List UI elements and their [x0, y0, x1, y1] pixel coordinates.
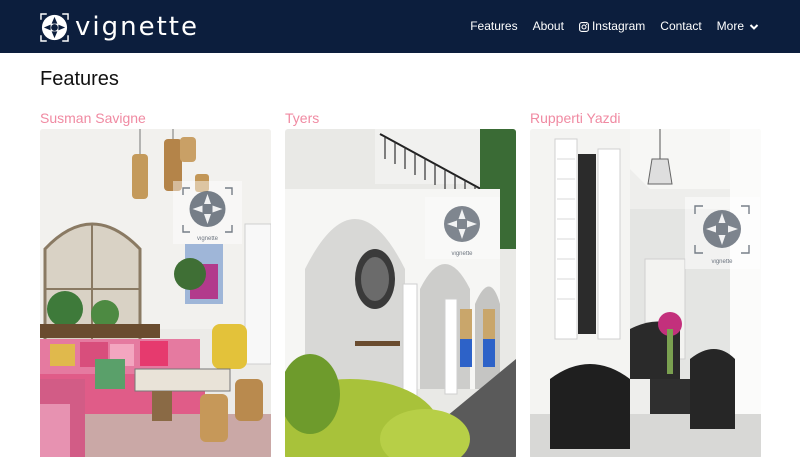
interior-photo-pink-sofa [40, 129, 271, 457]
watermark-text: vignette [451, 251, 473, 257]
feature-card-title[interactable]: Rupperti Yazdi [530, 110, 761, 129]
nav-instagram-label: Instagram [591, 19, 646, 33]
nav-more-label: More [716, 19, 744, 33]
instagram-icon [578, 21, 589, 32]
nav-contact-link[interactable]: Contact [660, 0, 701, 53]
brand-name: vignette [75, 12, 199, 42]
top-navbar: vignette Features About Instagram Contac… [0, 0, 800, 53]
aperture-logo-icon [40, 12, 69, 42]
feature-photo[interactable]: vignette [40, 129, 271, 457]
nav-more-dropdown[interactable]: More [717, 0, 759, 53]
nav-instagram-link[interactable]: Instagram [578, 0, 646, 53]
nav-features-link[interactable]: Features [470, 0, 517, 53]
feature-photo[interactable]: vignette [285, 129, 516, 457]
vignette-watermark-icon: vignette [425, 197, 500, 259]
watermark-text: vignette [711, 259, 733, 265]
feature-card[interactable]: Tyers vignette [285, 110, 516, 457]
main-nav: Features About Instagram Contact More [470, 0, 759, 53]
vignette-watermark-icon: vignette [173, 181, 242, 244]
feature-card-title[interactable]: Tyers [285, 110, 516, 129]
feature-card[interactable]: Susman Savigne vignette [40, 110, 271, 457]
feature-card[interactable]: Rupperti Yazdi vignette [530, 110, 761, 457]
exterior-photo-white-arches [285, 129, 516, 457]
brand-logo[interactable]: vignette [40, 10, 199, 44]
chevron-down-icon [749, 23, 759, 30]
page-title: Features [40, 68, 119, 90]
feature-photo[interactable]: vignette [530, 129, 761, 457]
vignette-watermark-icon: vignette [685, 197, 760, 269]
nav-about-link[interactable]: About [533, 0, 564, 53]
feature-card-title[interactable]: Susman Savigne [40, 110, 271, 129]
exterior-photo-veranda-chairs [530, 129, 761, 457]
watermark-text: vignette [197, 236, 219, 242]
